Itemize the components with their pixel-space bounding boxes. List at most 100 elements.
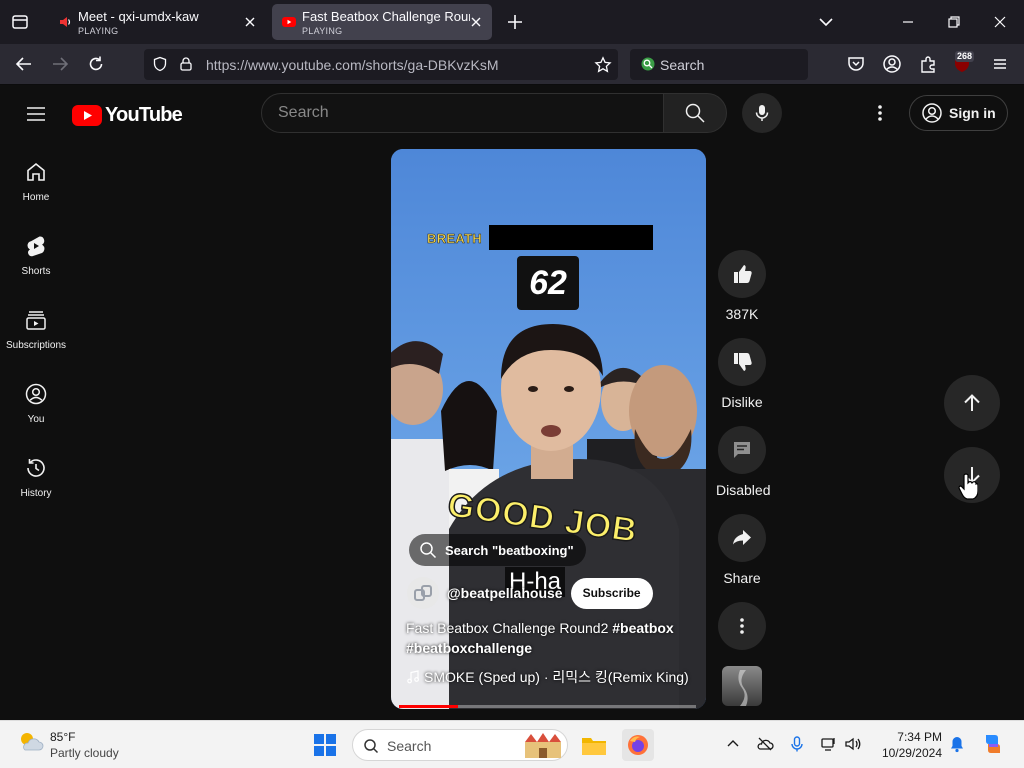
guide-item-home[interactable]: Home	[0, 142, 72, 216]
forward-arrow-icon[interactable]	[50, 54, 70, 74]
partly-cloudy-icon	[21, 733, 44, 751]
search-icon	[420, 542, 437, 559]
dislike-button[interactable]: Dislike	[716, 338, 768, 410]
notification-bell-icon[interactable]	[948, 735, 966, 753]
music-title: SMOKE (Sped up) · 리믹스 킹(Remix King)	[424, 669, 689, 685]
more-vertical-icon	[740, 618, 744, 634]
guide-item-you[interactable]: You	[0, 364, 72, 438]
youtube-search-button[interactable]	[663, 93, 727, 133]
extensions-icon[interactable]	[918, 54, 938, 74]
guide-menu-icon[interactable]	[24, 102, 48, 126]
firefox-taskbar-button[interactable]	[622, 729, 654, 761]
windows-taskbar: 85°F Partly cloudy Search 7:34 PM 10/29/…	[0, 720, 1024, 768]
youtube-wordmark: YouTube	[105, 103, 183, 126]
cloud-sync-off-icon[interactable]	[756, 735, 774, 753]
channel-handle[interactable]: @beatpellahouse	[447, 585, 563, 601]
guide-item-subscriptions[interactable]: Subscriptions	[0, 290, 72, 364]
back-arrow-icon[interactable]	[14, 54, 34, 74]
dislike-label: Dislike	[721, 394, 763, 410]
browser-tab-youtube[interactable]: Fast Beatbox Challenge Round2 PLAYING	[272, 4, 492, 40]
lock-icon[interactable]	[178, 56, 194, 72]
close-tab-icon[interactable]	[468, 14, 484, 30]
microphone-in-use-icon[interactable]	[788, 735, 806, 753]
guide-label: Home	[22, 192, 50, 203]
browser-tab-meet[interactable]: Meet - qxi-umdx-kaw PLAYING	[48, 4, 266, 40]
more-vertical-icon	[878, 105, 882, 121]
browser-toolbar: https://www.youtube.com/shorts/ga-DBKvzK…	[0, 44, 1024, 85]
close-window-icon[interactable]	[990, 12, 1010, 32]
youtube-play-logo-icon	[72, 104, 102, 126]
windows-start-icon[interactable]	[313, 733, 337, 757]
browser-search-field[interactable]: Search	[630, 49, 808, 80]
video-progress-bar[interactable]	[399, 705, 696, 708]
shorts-icon	[27, 236, 45, 257]
app-menu-icon[interactable]	[990, 54, 1010, 74]
hand-cursor-icon	[958, 473, 978, 500]
taskbar-clock[interactable]: 7:34 PM 10/29/2024	[872, 729, 942, 761]
tab-title: Fast Beatbox Challenge Round2	[302, 9, 470, 24]
search-suggestion-chip[interactable]: Search "beatboxing"	[409, 534, 586, 566]
taskbar-search-box[interactable]: Search	[352, 729, 568, 761]
microphone-icon	[755, 105, 769, 121]
clock-time: 7:34 PM	[897, 730, 942, 744]
volume-icon[interactable]	[844, 735, 862, 753]
share-button[interactable]: Share	[716, 514, 768, 586]
channel-avatar[interactable]	[407, 577, 439, 609]
reload-icon[interactable]	[86, 54, 106, 74]
hashtag-link[interactable]: #beatbox	[612, 620, 673, 636]
taskbar-search-placeholder: Search	[387, 738, 432, 754]
history-icon	[27, 459, 45, 477]
url-bar[interactable]: https://www.youtube.com/shorts/ga-DBKvzK…	[144, 49, 618, 80]
like-button[interactable]: 387K	[716, 250, 768, 322]
shorts-video-player[interactable]: BREATH 62 GOOD JOB H-ha Search "beatboxi…	[391, 149, 706, 709]
guide-item-history[interactable]: History	[0, 438, 72, 512]
music-attribution[interactable]: SMOKE (Sped up) · 리믹스 킹(Remix King)	[406, 667, 689, 687]
network-icon[interactable]	[820, 735, 838, 753]
youtube-logo[interactable]: YouTube	[72, 103, 183, 126]
browser-search-placeholder: Search	[660, 57, 705, 73]
restore-icon[interactable]	[944, 12, 964, 32]
youtube-search-input[interactable]: Search	[261, 93, 664, 133]
minimize-icon[interactable]	[898, 12, 918, 32]
weather-widget[interactable]: 85°F Partly cloudy	[16, 728, 119, 760]
guide-label: Subscriptions	[5, 340, 67, 351]
pocket-icon[interactable]	[846, 54, 866, 74]
subscribe-button[interactable]: Subscribe	[570, 577, 653, 609]
previous-short-button[interactable]	[944, 375, 1000, 431]
new-tab-icon[interactable]	[505, 12, 525, 32]
firefox-icon	[628, 735, 648, 755]
caption-text: Fast Beatbox Challenge Round2	[406, 620, 609, 636]
more-actions-button[interactable]	[716, 602, 768, 650]
thumbs-down-icon	[734, 353, 752, 371]
account-icon[interactable]	[882, 54, 902, 74]
browser-tab-strip: Meet - qxi-umdx-kaw PLAYING Fast Beatbox…	[0, 0, 1024, 44]
bookmark-star-icon[interactable]	[594, 56, 612, 74]
guide-item-shorts[interactable]: Shorts	[0, 216, 72, 290]
youtube-search-placeholder: Search	[278, 104, 329, 121]
subscriptions-icon	[26, 311, 46, 330]
shield-icon[interactable]	[152, 56, 168, 72]
sign-in-label: Sign in	[949, 105, 996, 121]
folder-icon	[582, 738, 606, 755]
sound-thumbnail[interactable]	[722, 666, 762, 706]
copilot-icon[interactable]	[980, 731, 1006, 757]
close-tab-icon[interactable]	[242, 14, 258, 30]
file-explorer-taskbar-button[interactable]	[578, 729, 610, 761]
settings-more-button[interactable]	[868, 101, 892, 125]
arrow-up-icon	[964, 394, 980, 411]
search-icon	[364, 739, 379, 754]
video-overlay-counter: 62	[517, 256, 579, 310]
channel-bar: @beatpellahouse Subscribe	[407, 577, 653, 609]
hashtag-link[interactable]: #beatboxchallenge	[406, 640, 532, 656]
you-icon	[25, 383, 47, 405]
thumbs-up-icon	[734, 265, 752, 283]
search-icon	[685, 103, 705, 123]
comments-button[interactable]: Disabled	[716, 426, 770, 498]
voice-search-button[interactable]	[742, 93, 782, 133]
youtube-masthead: YouTube Search Sign in	[0, 86, 1024, 142]
tab-overview-button[interactable]	[8, 10, 32, 34]
sign-in-button[interactable]: Sign in	[909, 95, 1008, 131]
list-all-tabs-icon[interactable]	[816, 12, 836, 32]
chevron-up-icon[interactable]	[724, 735, 742, 753]
weather-condition: Partly cloudy	[50, 746, 119, 760]
